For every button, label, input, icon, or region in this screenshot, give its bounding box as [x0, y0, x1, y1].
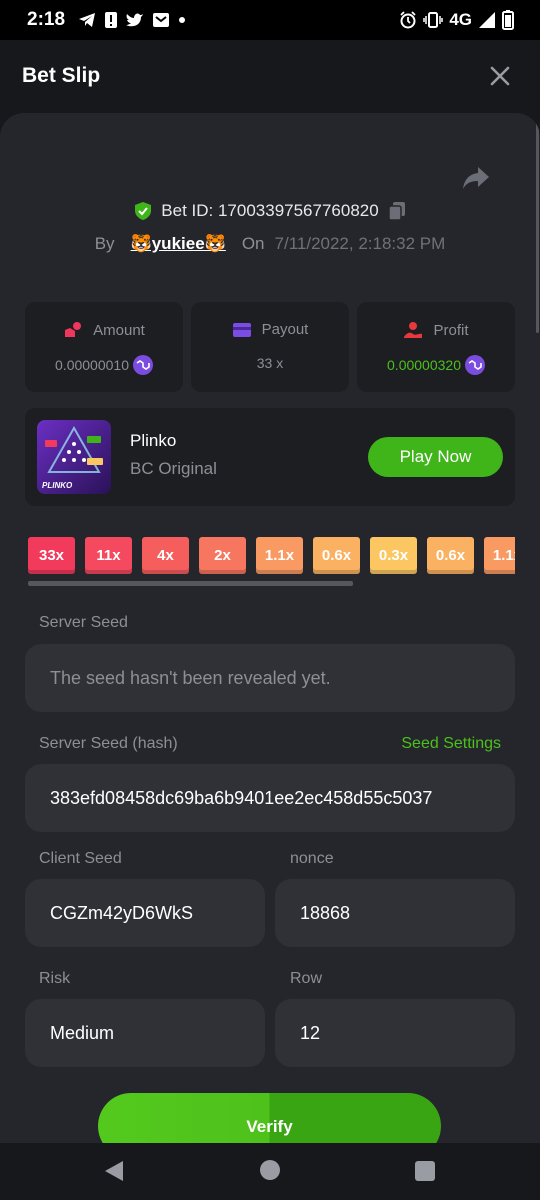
payout-icon	[232, 322, 251, 337]
game-name: Plinko	[130, 431, 177, 450]
multiplier-scrollbar[interactable]	[28, 581, 353, 586]
alert-icon	[105, 12, 117, 28]
profit-stat: Profit 0.00000320	[357, 302, 515, 392]
profit-label: Profit	[433, 321, 469, 339]
shield-check-icon	[135, 202, 152, 220]
hash-label: Server Seed (hash)	[39, 735, 178, 752]
multiplier-strip[interactable]: 33x 11x 4x 2x 1.1x 0.6x 0.3x 0.6x 1.1x	[28, 537, 515, 575]
nonce-label: nonce	[290, 850, 334, 867]
client-seed-label: Client Seed	[39, 850, 122, 867]
multiplier-chip: 4x	[142, 537, 189, 574]
server-seed-field[interactable]: The seed hasn't been revealed yet.	[25, 644, 515, 712]
multiplier-chip: 1.1x	[256, 537, 303, 574]
status-bar: 2:18 4G	[0, 0, 540, 40]
scrollbar[interactable]	[536, 113, 539, 333]
multiplier-chip: 11x	[85, 537, 132, 574]
plinko-thumbnail: PLINKO	[37, 420, 111, 494]
client-seed-field[interactable]: CGZm42yD6WkS	[25, 879, 265, 947]
amount-value: 0.00000010	[55, 357, 129, 373]
battery-icon	[502, 10, 514, 30]
multiplier-chip: 1.1x	[484, 537, 515, 574]
bet-id: Bet ID: 17003397567760820	[161, 201, 379, 220]
profit-value: 0.00000320	[387, 357, 461, 373]
multiplier-chip: 0.3x	[370, 537, 417, 574]
plinko-logo-text: PLINKO	[42, 481, 73, 490]
multiplier-chip: 0.6x	[313, 537, 360, 574]
row-label: Row	[290, 970, 323, 987]
share-icon[interactable]	[462, 165, 490, 191]
bet-id-row: Bet ID: 17003397567760820	[0, 201, 540, 221]
polygon-coin-icon	[132, 355, 153, 375]
page-title: Bet Slip	[22, 64, 101, 87]
status-time: 2:18	[27, 9, 66, 30]
server-seed-hash-field[interactable]: 383efd08458dc69ba6b9401ee2ec458d55c5037	[25, 764, 515, 832]
on-label: On	[241, 234, 265, 253]
vibrate-icon	[423, 12, 444, 28]
copy-icon[interactable]	[387, 201, 407, 221]
home-icon[interactable]	[259, 1159, 281, 1181]
nonce-field[interactable]: 18868	[275, 879, 515, 947]
recents-icon[interactable]	[414, 1160, 436, 1182]
server-seed-label: Server Seed	[39, 614, 128, 631]
username-link[interactable]: 🐯yukiee🐯	[131, 234, 226, 254]
bet-slip-card: Bet ID: 17003397567760820 By 🐯yukiee🐯 On…	[0, 113, 540, 1143]
header: Bet Slip	[0, 40, 540, 114]
amount-stat: Amount 0.00000010	[25, 302, 183, 392]
close-icon[interactable]	[486, 62, 514, 90]
back-icon[interactable]	[102, 1159, 126, 1183]
by-label: By	[94, 234, 115, 253]
stats-row: Amount 0.00000010 Payout 33 x Profit 0.0…	[25, 302, 515, 392]
play-now-button[interactable]: Play Now	[368, 437, 503, 477]
amount-label: Amount	[93, 321, 145, 339]
dot-icon	[179, 17, 185, 23]
game-subtitle: BC Original	[130, 459, 217, 478]
twitter-icon	[126, 13, 143, 27]
mail-icon	[153, 13, 169, 27]
profit-icon	[404, 322, 423, 338]
amount-icon	[65, 322, 82, 337]
multiplier-chip: 0.6x	[427, 537, 474, 574]
verify-button[interactable]: Verify	[98, 1093, 441, 1143]
payout-value: 33 x	[256, 355, 284, 371]
bet-date: 7/11/2022, 2:18:32 PM	[274, 234, 446, 253]
bet-meta-row: By 🐯yukiee🐯 On 7/11/2022, 2:18:32 PM	[0, 234, 540, 254]
multiplier-chip: 2x	[199, 537, 246, 574]
risk-label: Risk	[39, 970, 71, 987]
polygon-coin-icon	[464, 355, 485, 375]
signal-icon	[479, 12, 495, 28]
telegram-icon	[79, 13, 95, 27]
navigation-bar	[0, 1143, 540, 1200]
payout-label: Payout	[261, 321, 309, 338]
multiplier-chip: 33x	[28, 537, 75, 574]
payout-stat: Payout 33 x	[191, 302, 349, 392]
row-field[interactable]: 12	[275, 999, 515, 1067]
seed-settings-link[interactable]: Seed Settings	[401, 735, 501, 753]
risk-field[interactable]: Medium	[25, 999, 265, 1067]
network-type: 4G	[449, 10, 472, 29]
alarm-icon	[400, 11, 416, 29]
game-card: PLINKO Plinko BC Original Play Now	[25, 408, 515, 506]
